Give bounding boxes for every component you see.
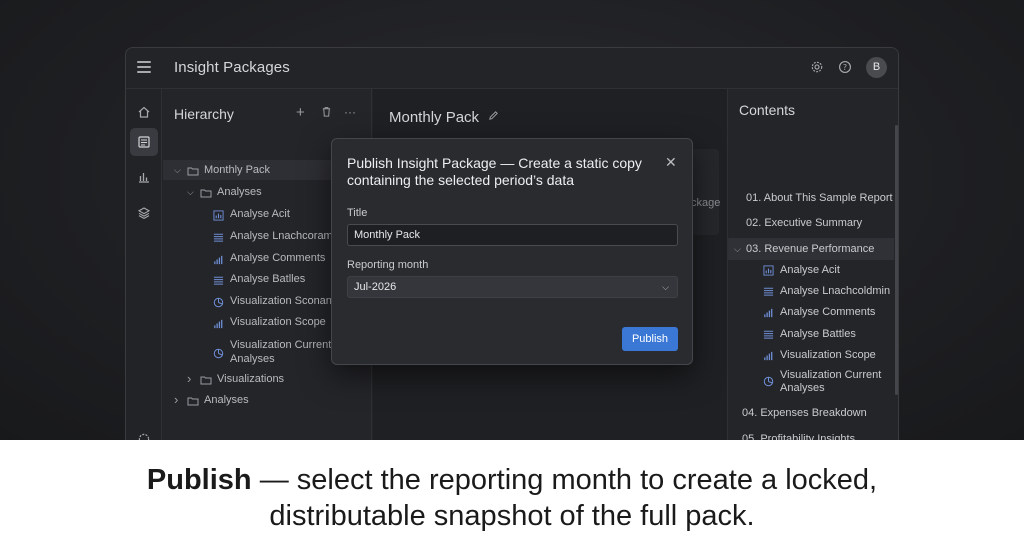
list-icon <box>763 286 774 297</box>
page-title: Monthly Pack <box>389 109 480 126</box>
month-select-value: Jul-2026 <box>354 281 397 293</box>
caption-line1-rest: — select the reporting month to create a… <box>251 464 878 496</box>
tree-item-label: Analyse Comments <box>230 252 326 264</box>
settings-icon[interactable] <box>809 60 825 76</box>
tree-item-label-line: Visualization Current <box>230 339 332 351</box>
contents-subitem-label: Visualization Current Analyses <box>780 369 881 395</box>
chevron-down-icon[interactable]: ⌵ <box>174 160 181 180</box>
tree-item-label: Visualization Scope <box>230 316 326 328</box>
avatar[interactable]: B <box>866 57 887 78</box>
trash-icon[interactable] <box>321 106 332 120</box>
tree-item-label: Analyses <box>204 394 249 406</box>
column-chart-icon <box>213 252 225 265</box>
add-icon[interactable]: + <box>296 105 305 120</box>
report-icon[interactable] <box>130 128 158 156</box>
month-select[interactable]: Jul-2026 ⌵ <box>347 276 678 298</box>
pie-icon <box>213 295 225 308</box>
chevron-down-icon: ⌵ <box>662 282 669 292</box>
contents-subitem-label: Analyse Lnachcoldmin <box>780 285 891 297</box>
list-icon <box>213 273 225 285</box>
contents-item-label: 01. About This Sample Report <box>746 192 893 204</box>
contents-subitem[interactable]: Analyse Battles <box>728 328 894 342</box>
hamburger-icon[interactable] <box>137 61 151 73</box>
contents-subitem[interactable]: Visualization Scope <box>728 349 894 363</box>
chevron-right-icon[interactable]: › <box>174 390 178 410</box>
contents-subitem-label: Analyse Comments <box>780 306 876 318</box>
rail-settings-icon[interactable] <box>130 425 158 440</box>
contents-subitem[interactable]: Analyse Comments <box>728 306 894 320</box>
contents-subitem[interactable]: Analyse Acit <box>728 264 894 278</box>
publish-dialog: Publish Insight Package — Create a stati… <box>331 138 693 365</box>
contents-item[interactable]: 02. Executive Summary <box>728 212 894 234</box>
chart-icon[interactable] <box>130 163 158 191</box>
contents-item-label: 05. Profitability Insights <box>742 433 856 440</box>
contents-subitem[interactable]: Visualization Current Analyses <box>728 369 894 397</box>
column-chart-icon <box>763 350 774 361</box>
layers-icon[interactable] <box>130 199 158 227</box>
contents-subitem-label: Analyse Battles <box>780 328 856 340</box>
svg-text:?: ? <box>843 63 847 72</box>
column-chart-icon <box>763 307 774 318</box>
caption-line-2: distributable snapshot of the full pack. <box>269 500 755 532</box>
edit-icon[interactable] <box>488 110 499 124</box>
contents-item-label: 03. Revenue Performance <box>746 243 875 255</box>
tree-item-label-line: Analyses <box>230 353 275 365</box>
contents-item[interactable]: ⌵ 03. Revenue Performance <box>728 238 894 260</box>
folder-icon <box>200 373 212 385</box>
more-icon[interactable]: ··· <box>344 105 356 119</box>
folder-icon <box>187 164 199 176</box>
hierarchy-title: Hierarchy <box>174 106 234 122</box>
app-title: Insight Packages <box>174 59 290 76</box>
chevron-down-icon[interactable]: ⌵ <box>187 182 194 202</box>
folder-icon <box>200 186 212 198</box>
contents-item[interactable]: 01. About This Sample Report <box>728 187 894 209</box>
title-field-label: Title <box>347 207 368 219</box>
pie-icon <box>213 346 225 359</box>
contents-subitem[interactable]: Analyse Lnachcoldmin <box>728 285 894 299</box>
bar-chart-icon <box>213 208 225 221</box>
dialog-title: Publish Insight Package — Create a stati… <box>347 155 642 188</box>
tree-item-label: Analyses <box>217 186 262 198</box>
contents-subitem-label-line: Analyses <box>780 382 825 394</box>
contents-panel: Contents 01. About This Sample Report 02.… <box>727 89 898 440</box>
chevron-down-icon[interactable]: ⌵ <box>734 238 741 260</box>
tree-item-label: Visualizations <box>217 373 285 385</box>
caption-line-1: Publish — select the reporting month to … <box>0 464 1024 497</box>
caption: Publish — select the reporting month to … <box>0 440 1024 558</box>
bar-chart-icon <box>763 265 774 276</box>
help-icon[interactable]: ? <box>837 60 853 76</box>
tree-item-label: Analyse Lnachcoram <box>230 230 333 242</box>
tree-item-label: Visualization Current Analyses <box>230 338 331 366</box>
contents-subitem-label: Analyse Acit <box>780 264 840 276</box>
contents-item[interactable]: 05. Profitability Insights <box>728 428 894 440</box>
publish-button[interactable]: Publish <box>622 327 678 351</box>
column-chart-icon <box>213 316 225 329</box>
contents-item-label: 04. Expenses Breakdown <box>742 407 867 419</box>
list-icon <box>763 329 774 340</box>
scrollbar[interactable] <box>895 125 898 395</box>
top-bar: Insight Packages ? B <box>126 48 898 89</box>
month-field-label: Reporting month <box>347 259 429 271</box>
pie-icon <box>763 376 774 387</box>
tree-item-label: Analyse Acit <box>230 208 290 220</box>
chevron-right-icon[interactable]: › <box>187 369 191 389</box>
contents-item-label: 02. Executive Summary <box>746 217 863 229</box>
contents-subitem-label-line: Visualization Current <box>780 369 882 381</box>
contents-subitem-label: Visualization Scope <box>780 349 876 361</box>
obscured-text: ckage <box>691 197 721 209</box>
tree-item[interactable]: › Analyses <box>163 390 372 410</box>
contents-item[interactable]: 04. Expenses Breakdown <box>728 402 894 424</box>
tree-item-label: Visualization Sconan <box>230 295 332 307</box>
tree-item[interactable]: › Visualizations <box>163 369 372 389</box>
list-icon <box>213 230 225 242</box>
close-icon[interactable]: ✕ <box>665 154 677 171</box>
home-icon[interactable] <box>130 98 158 126</box>
tree-item-label: Monthly Pack <box>204 164 271 176</box>
title-input[interactable]: Monthly Pack <box>347 224 678 246</box>
caption-bold: Publish <box>146 464 252 496</box>
contents-title: Contents <box>739 102 796 118</box>
left-rail <box>126 89 162 440</box>
folder-icon <box>187 394 199 406</box>
tree-item-label: Analyse Batlles <box>230 273 306 285</box>
